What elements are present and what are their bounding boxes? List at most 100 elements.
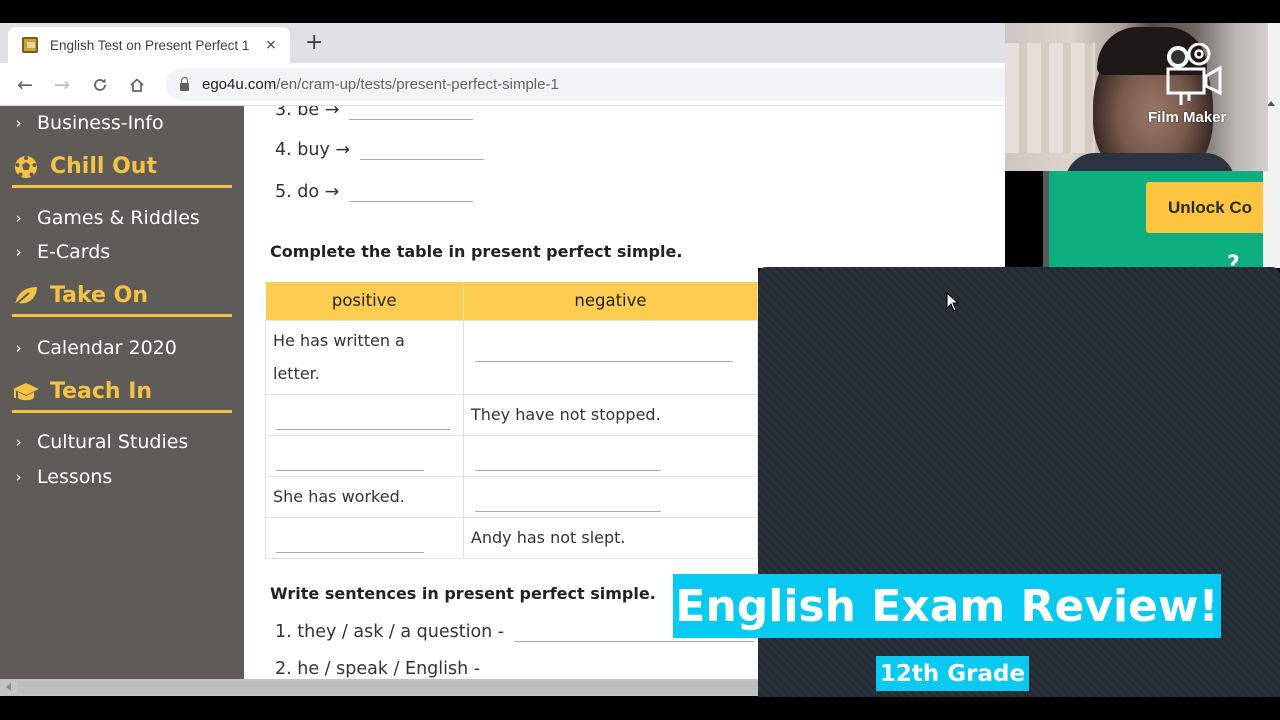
table-cell: He has written a letter. xyxy=(265,319,464,395)
sidebar-item-games-riddles[interactable]: › Games & Riddles xyxy=(0,203,200,233)
video-title: English Exam Review! xyxy=(675,580,1219,632)
table-cell xyxy=(462,475,758,518)
sidebar-item-e-cards[interactable]: › E-Cards xyxy=(0,237,111,267)
table-cell xyxy=(265,393,464,436)
chevron-right-icon: › xyxy=(15,433,22,451)
back-icon[interactable]: ← xyxy=(12,72,38,98)
film-maker-label: Film Maker xyxy=(1148,109,1227,126)
sidebar-heading-label: Chill Out xyxy=(50,154,157,179)
cell-text: Andy has not slept. xyxy=(470,528,626,547)
scroll-up-icon[interactable] xyxy=(1267,101,1275,106)
browser-tab[interactable]: English Test on Present Perfect 1 × xyxy=(8,27,290,63)
webcam-background xyxy=(1005,43,1095,153)
close-tab-icon[interactable]: × xyxy=(262,37,280,53)
table-cell: She has worked. xyxy=(265,475,464,518)
new-tab-button[interactable]: + xyxy=(305,31,323,55)
column-header-positive: positive xyxy=(265,282,464,320)
chevron-right-icon: › xyxy=(15,339,22,357)
cell-text: He has written a letter. xyxy=(273,331,405,383)
screen: English Test on Present Perfect 1 × + ← … xyxy=(0,0,1280,720)
answer-input[interactable] xyxy=(474,449,661,471)
sidebar-heading-teach-in[interactable]: Teach In xyxy=(12,373,232,413)
sidebar-heading-take-on[interactable]: Take On xyxy=(12,277,232,317)
sidebar-item-business-info[interactable]: › Business-Info xyxy=(0,108,164,138)
exercise-item: 4. buy → xyxy=(275,140,485,160)
sidebar-heading-chill-out[interactable]: Chill Out xyxy=(12,148,232,188)
answer-input[interactable] xyxy=(349,106,474,120)
answer-input[interactable] xyxy=(474,340,733,362)
section-title: Complete the table in present perfect si… xyxy=(270,242,683,261)
webcam-feed: Film Maker xyxy=(1005,23,1268,171)
horizontal-scrollbar[interactable] xyxy=(0,679,758,696)
scrollbar-thumb[interactable] xyxy=(18,681,758,694)
tab-title: English Test on Present Perfect 1 xyxy=(50,37,250,53)
sidebar-item-label: Calendar 2020 xyxy=(37,337,177,359)
exercise-item-label: 5. do → xyxy=(275,182,340,202)
table-row: They have not stopped. xyxy=(265,393,758,436)
answer-input[interactable] xyxy=(360,140,485,160)
table-row: He has written a letter. xyxy=(265,319,758,395)
exercise-item-label: 2. he / speak / English - xyxy=(275,659,481,679)
answer-input[interactable] xyxy=(276,408,450,430)
exercise-item: 3. be → xyxy=(275,106,474,120)
ad-banner: Unlock Co ? xyxy=(1049,170,1263,268)
section-title: Write sentences in present perfect simpl… xyxy=(270,584,656,603)
tab-strip: English Test on Present Perfect 1 × + xyxy=(0,23,1005,63)
lock-icon xyxy=(180,76,189,91)
scroll-left-icon[interactable] xyxy=(6,683,11,691)
sidebar-heading-label: Teach In xyxy=(50,379,153,404)
answer-input[interactable] xyxy=(474,490,661,512)
table-cell xyxy=(462,319,758,395)
cell-text: She has worked. xyxy=(273,487,405,506)
table-cell xyxy=(265,516,464,559)
unlock-button[interactable]: Unlock Co xyxy=(1146,182,1263,233)
soccer-ball-icon xyxy=(12,155,40,179)
sidebar-item-label: E-Cards xyxy=(37,241,111,263)
address-bar[interactable]: ego4u.com/en/cram-up/tests/present-perfe… xyxy=(166,68,1006,101)
table-row: She has worked. xyxy=(265,475,758,518)
column-header-negative: negative xyxy=(463,282,758,320)
video-subtitle: 12th Grade xyxy=(879,660,1026,687)
answer-input[interactable] xyxy=(276,531,424,553)
sidebar-item-cultural-studies[interactable]: › Cultural Studies xyxy=(0,427,189,457)
chevron-right-icon: › xyxy=(15,114,22,132)
ad-glyph: ? xyxy=(1227,252,1240,268)
exercise-item: 2. he / speak / English - xyxy=(275,659,480,679)
sidebar-item-lessons[interactable]: › Lessons xyxy=(0,462,113,492)
tense-table: positive negative He has written a lette… xyxy=(265,282,758,559)
answer-input[interactable] xyxy=(276,449,424,471)
table-row: Andy has not slept. xyxy=(265,516,758,559)
exercise-item-label: 3. be → xyxy=(275,106,340,120)
sidebar-nav: › Business-Info Chill Out › Games & Ridd… xyxy=(0,106,244,679)
sidebar-heading-label: Take On xyxy=(50,283,149,308)
video-subtitle-banner: 12th Grade xyxy=(876,656,1029,691)
sidebar-item-label: Business-Info xyxy=(37,112,164,134)
page-right-area xyxy=(758,106,1005,268)
table-cell xyxy=(462,434,758,477)
sidebar-item-calendar[interactable]: › Calendar 2020 xyxy=(0,333,177,363)
forward-icon[interactable]: → xyxy=(49,72,75,98)
cell-text: They have not stopped. xyxy=(470,405,661,424)
exercise-item-label: 1. they / ask / a question - xyxy=(275,622,505,642)
table-header-row: positive negative xyxy=(265,282,758,320)
table-row xyxy=(265,434,758,477)
table-cell xyxy=(265,434,464,477)
sidebar-item-label: Games & Riddles xyxy=(37,207,200,229)
graduation-cap-icon xyxy=(12,380,40,404)
web-page: › Business-Info Chill Out › Games & Ridd… xyxy=(0,106,758,679)
reload-icon[interactable] xyxy=(87,72,113,98)
sidebar-item-label: Lessons xyxy=(37,466,113,488)
favicon-icon xyxy=(22,37,38,53)
exercise-item-label: 4. buy → xyxy=(275,140,351,160)
exercise-item: 5. do → xyxy=(275,182,474,202)
browser-toolbar: ← → ego4u.com/en/cram-up/tests/present-p… xyxy=(0,63,1006,106)
chevron-right-icon: › xyxy=(15,468,22,486)
table-cell: They have not stopped. xyxy=(462,393,758,436)
webcam-person-shirt xyxy=(1065,153,1235,171)
mouse-cursor-icon xyxy=(946,292,960,312)
home-icon[interactable] xyxy=(124,72,150,98)
answer-input[interactable] xyxy=(349,182,474,202)
film-camera-icon xyxy=(1166,43,1222,105)
chevron-right-icon: › xyxy=(15,243,22,261)
video-title-banner: English Exam Review! xyxy=(673,574,1221,638)
